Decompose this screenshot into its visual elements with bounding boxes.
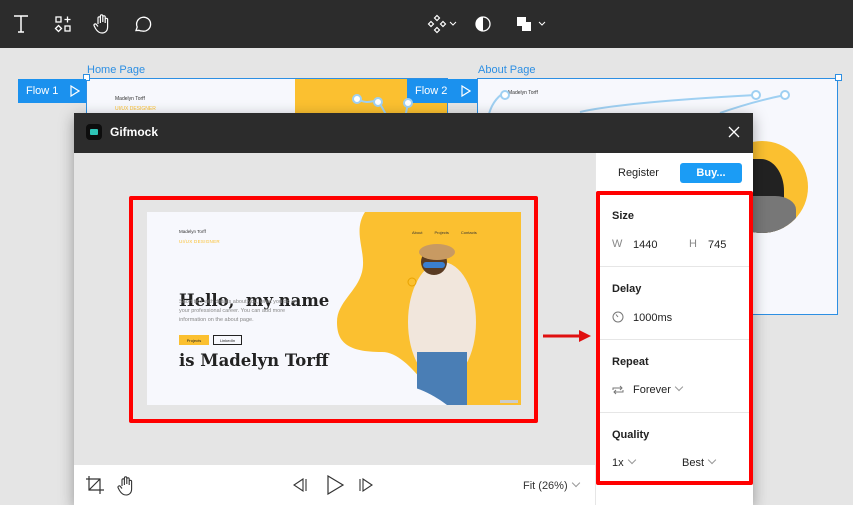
connection-node — [403, 98, 413, 108]
annotation-arrow-icon — [543, 330, 591, 342]
preview-area: Madelyn Torff UI/UX DESIGNER Hello, my n… — [74, 153, 595, 465]
connection-node — [780, 90, 790, 100]
close-icon[interactable] — [727, 125, 741, 139]
player-controls: Fit (26%) — [74, 465, 595, 505]
connection-node — [751, 90, 761, 100]
zoom-label: Fit (26%) — [523, 480, 568, 492]
hand-tool-icon[interactable] — [116, 475, 136, 497]
connection-node — [500, 90, 510, 100]
comment-icon[interactable] — [130, 12, 154, 36]
annotation-box-settings — [596, 191, 753, 485]
hand-tool-icon[interactable] — [90, 12, 114, 36]
components-icon[interactable] — [51, 12, 75, 36]
settings-panel: Register Buy... Size W 1440 H 745 Delay … — [595, 153, 753, 505]
text-tool-icon[interactable] — [9, 12, 33, 36]
previous-frame-icon[interactable] — [292, 477, 308, 493]
gifmock-dialog: Gifmock Madelyn Torff UI/UX DESIGNER Hel… — [74, 113, 753, 505]
boolean-union-icon[interactable] — [512, 12, 536, 36]
play-icon[interactable] — [325, 475, 345, 495]
dialog-titlebar[interactable]: Gifmock — [74, 113, 753, 153]
register-button[interactable]: Register — [618, 167, 659, 179]
gifmock-logo-icon — [86, 124, 102, 140]
chevron-down-icon[interactable] — [536, 12, 548, 36]
dialog-title: Gifmock — [110, 125, 159, 139]
annotation-box-preview — [129, 196, 538, 423]
connection-node — [352, 94, 362, 104]
toolbar — [0, 0, 853, 48]
next-frame-icon[interactable] — [358, 477, 374, 493]
chevron-down-icon — [571, 478, 580, 488]
crop-icon[interactable] — [86, 476, 104, 494]
contrast-icon[interactable] — [471, 12, 495, 36]
zoom-dropdown[interactable]: Fit (26%) — [523, 478, 580, 492]
buy-button[interactable]: Buy... — [680, 163, 742, 183]
chevron-down-icon[interactable] — [447, 12, 459, 36]
connection-node — [373, 97, 383, 107]
component-set-icon[interactable] — [425, 12, 449, 36]
